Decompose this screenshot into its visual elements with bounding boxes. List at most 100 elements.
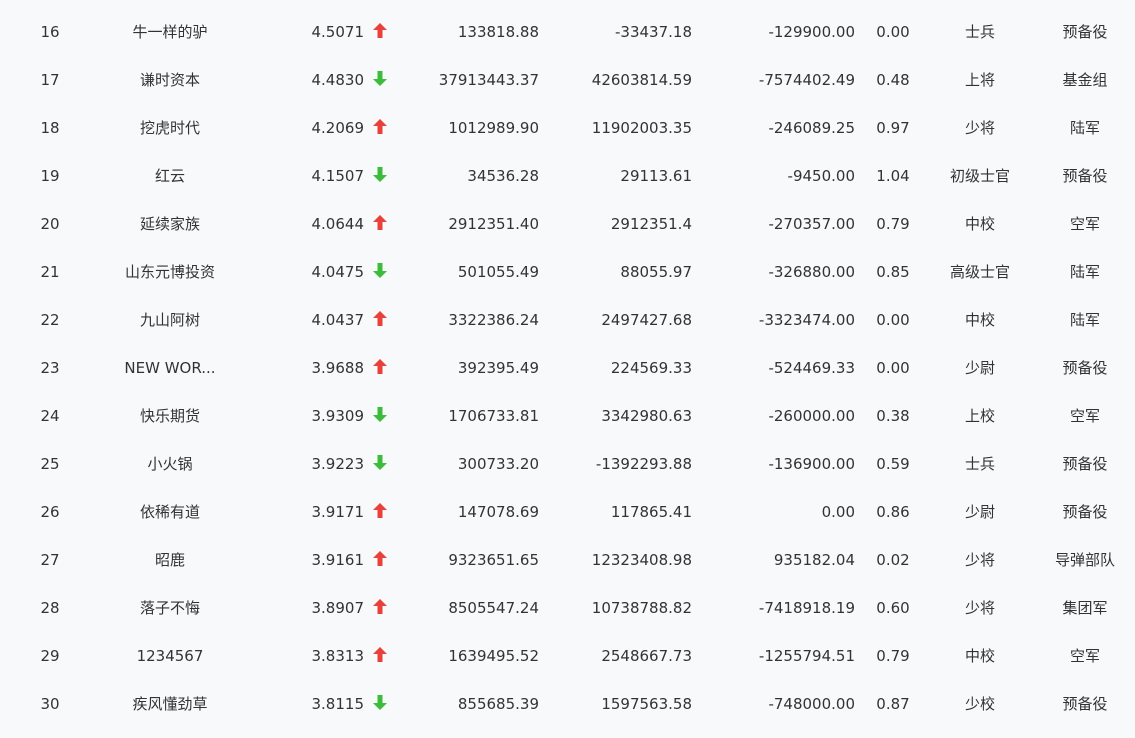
ranking-table: 16 牛一样的驴 4.5071 133818.88 -33437.18 -129… bbox=[0, 8, 1135, 738]
account-name[interactable]: 疾风懂劲草 bbox=[100, 680, 240, 728]
score-value: 3.9688 bbox=[311, 359, 365, 377]
up-arrow-icon bbox=[373, 503, 387, 518]
account-name[interactable]: 落子不悔 bbox=[100, 584, 240, 632]
account-name[interactable]: 牛一样的驴 bbox=[100, 8, 240, 56]
rank-number: 30 bbox=[40, 695, 60, 713]
table-row[interactable]: 29 1234567 3.8313 1639495.52 2548667.73 … bbox=[0, 632, 1135, 680]
ratio-value: 0.97 bbox=[876, 119, 910, 137]
value-3: -3323474.00 bbox=[758, 311, 855, 329]
score-value: 4.2069 bbox=[311, 119, 365, 137]
value-3: -260000.00 bbox=[768, 407, 855, 425]
value-3: -524469.33 bbox=[768, 359, 855, 377]
account-name[interactable]: 山东元博投资 bbox=[100, 248, 240, 296]
value-3: -748000.00 bbox=[768, 695, 855, 713]
ratio-value: 0.85 bbox=[876, 263, 910, 281]
account-name[interactable]: 谦时资本 bbox=[100, 56, 240, 104]
ratio-value: 1.04 bbox=[876, 167, 910, 185]
ratio-value: 0.60 bbox=[876, 599, 910, 617]
up-arrow-icon bbox=[373, 311, 387, 326]
branch-name: 陆军 bbox=[1069, 311, 1100, 329]
account-name[interactable]: 小火锅 bbox=[100, 440, 240, 488]
account-name[interactable]: 延续家族 bbox=[100, 200, 240, 248]
score-value: 4.1507 bbox=[311, 167, 365, 185]
table-row[interactable]: 28 落子不悔 3.8907 8505547.24 10738788.82 -7… bbox=[0, 584, 1135, 632]
table-row[interactable]: 17 谦时资本 4.4830 37913443.37 42603814.59 -… bbox=[0, 56, 1135, 104]
branch-name: 空军 bbox=[1069, 215, 1100, 233]
table-row[interactable]: 18 挖虎时代 4.2069 1012989.90 11902003.35 -2… bbox=[0, 104, 1135, 152]
table-row[interactable]: 20 延续家族 4.0644 2912351.40 2912351.4 -270… bbox=[0, 200, 1135, 248]
rank-number: 19 bbox=[40, 167, 60, 185]
rank-number: 23 bbox=[40, 359, 60, 377]
rank-title: 初级士官 bbox=[949, 167, 1010, 185]
table-row[interactable]: 24 快乐期货 3.9309 1706733.81 3342980.63 -26… bbox=[0, 392, 1135, 440]
score-value: 3.8907 bbox=[311, 599, 365, 617]
value-3: -1255794.51 bbox=[758, 647, 855, 665]
value-2: 224569.33 bbox=[610, 359, 692, 377]
value-1: 34536.28 bbox=[467, 167, 539, 185]
value-3: -326880.00 bbox=[768, 263, 855, 281]
ratio-value: 0.87 bbox=[876, 695, 910, 713]
value-1: 37913443.37 bbox=[438, 71, 539, 89]
value-2: 10738788.82 bbox=[591, 599, 692, 617]
value-3: -136900.00 bbox=[768, 455, 855, 473]
account-name[interactable]: 红云 bbox=[100, 152, 240, 200]
table-row[interactable]: 25 小火锅 3.9223 300733.20 -1392293.88 -136… bbox=[0, 440, 1135, 488]
rank-title: 少将 bbox=[964, 119, 995, 137]
value-3: -7574402.49 bbox=[758, 71, 855, 89]
rank-title: 少尉 bbox=[964, 359, 995, 377]
table-row[interactable]: 19 红云 4.1507 34536.28 29113.61 -9450.00 … bbox=[0, 152, 1135, 200]
table-row[interactable]: 22 九山阿树 4.0437 3322386.24 2497427.68 -33… bbox=[0, 296, 1135, 344]
value-3: -129900.00 bbox=[768, 23, 855, 41]
ratio-value: 0.79 bbox=[876, 647, 910, 665]
value-2: 11902003.35 bbox=[591, 119, 692, 137]
ratio-value: 0.79 bbox=[876, 215, 910, 233]
rank-title: 中校 bbox=[964, 311, 995, 329]
ratio-value: 0.48 bbox=[876, 71, 910, 89]
rank-number: 20 bbox=[40, 215, 60, 233]
branch-name: 预备役 bbox=[1062, 167, 1108, 185]
account-name[interactable]: 九山阿树 bbox=[100, 296, 240, 344]
up-arrow-icon bbox=[373, 599, 387, 614]
rank-number: 17 bbox=[40, 71, 60, 89]
account-name[interactable]: 依稀有道 bbox=[100, 488, 240, 536]
rank-title: 少将 bbox=[964, 599, 995, 617]
account-name[interactable]: 挖虎时代 bbox=[100, 104, 240, 152]
up-arrow-icon bbox=[373, 119, 387, 134]
down-arrow-icon bbox=[373, 167, 387, 182]
account-name[interactable]: 1234567 bbox=[100, 632, 240, 680]
down-arrow-icon bbox=[373, 455, 387, 470]
value-3: -9450.00 bbox=[787, 167, 855, 185]
down-arrow-icon bbox=[373, 695, 387, 710]
table-row[interactable]: 26 依稀有道 3.9171 147078.69 117865.41 0.00 … bbox=[0, 488, 1135, 536]
ratio-value: 0.59 bbox=[876, 455, 910, 473]
value-2: 2548667.73 bbox=[601, 647, 692, 665]
rank-title: 少校 bbox=[964, 695, 995, 713]
score-value: 3.9309 bbox=[311, 407, 365, 425]
value-2: 88055.97 bbox=[620, 263, 692, 281]
rank-title: 中校 bbox=[964, 215, 995, 233]
branch-name: 预备役 bbox=[1062, 23, 1108, 41]
value-2: 117865.41 bbox=[610, 503, 692, 521]
up-arrow-icon bbox=[373, 215, 387, 230]
table-row[interactable]: 30 疾风懂劲草 3.8115 855685.39 1597563.58 -74… bbox=[0, 680, 1135, 728]
rank-number: 21 bbox=[40, 263, 60, 281]
table-row[interactable]: 23 NEW WOR... 3.9688 392395.49 224569.33… bbox=[0, 344, 1135, 392]
account-name[interactable]: 快乐期货 bbox=[100, 392, 240, 440]
rank-number: 18 bbox=[40, 119, 60, 137]
score-value: 4.5071 bbox=[311, 23, 365, 41]
up-arrow-icon bbox=[373, 23, 387, 38]
ratio-value: 0.00 bbox=[876, 311, 910, 329]
table-row[interactable]: 21 山东元博投资 4.0475 501055.49 88055.97 -326… bbox=[0, 248, 1135, 296]
score-value: 4.0475 bbox=[311, 263, 365, 281]
table-row[interactable]: 27 昭鹿 3.9161 9323651.65 12323408.98 9351… bbox=[0, 536, 1135, 584]
rank-title: 上校 bbox=[964, 407, 995, 425]
branch-name: 集团军 bbox=[1062, 599, 1108, 617]
branch-name: 空军 bbox=[1069, 407, 1100, 425]
account-name[interactable]: 昭鹿 bbox=[100, 536, 240, 584]
rank-title: 士兵 bbox=[964, 23, 995, 41]
account-name[interactable]: NEW WOR... bbox=[100, 344, 240, 392]
table-row[interactable]: 16 牛一样的驴 4.5071 133818.88 -33437.18 -129… bbox=[0, 8, 1135, 56]
ratio-value: 0.38 bbox=[876, 407, 910, 425]
branch-name: 空军 bbox=[1069, 647, 1100, 665]
value-2: -1392293.88 bbox=[595, 455, 692, 473]
